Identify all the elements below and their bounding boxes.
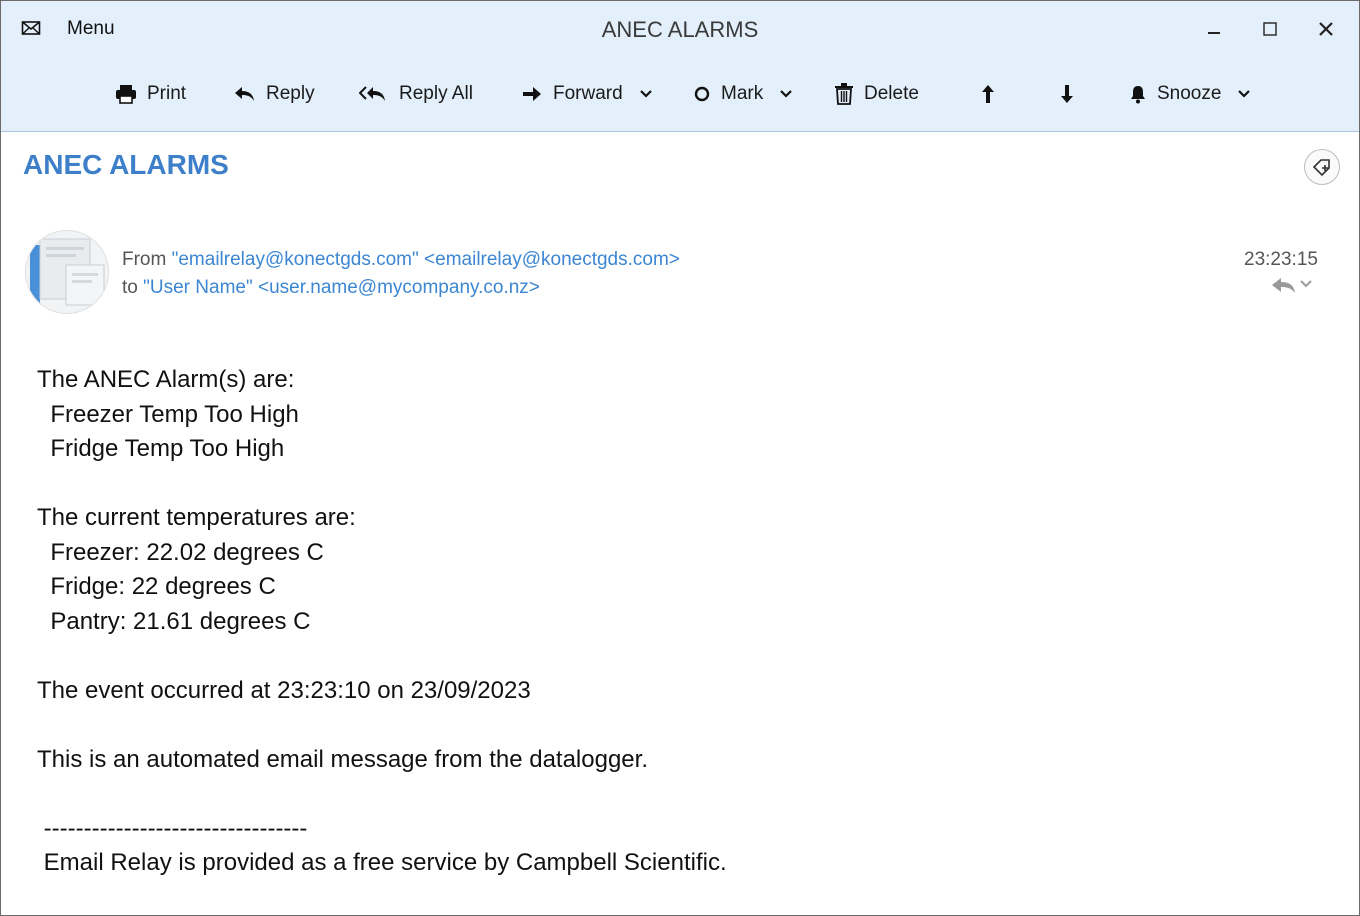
bell-icon [1131, 86, 1145, 104]
printer-icon [116, 85, 136, 104]
envelope-icon[interactable] [21, 18, 41, 38]
window-title: ANEC ALARMS [601, 17, 759, 42]
maximize-icon [1263, 22, 1277, 36]
body-line: Fridge Temp Too High [37, 435, 285, 462]
reply-arrow-icon [235, 87, 254, 101]
to-address-link[interactable]: "User Name" <user.name@mycompany.co.nz> [143, 277, 540, 298]
body-line: The current temperatures are: [37, 504, 356, 531]
snooze-label: Snooze [1157, 83, 1222, 104]
message-subject: ANEC ALARMS [23, 149, 229, 180]
arrow-down-icon [1061, 85, 1073, 103]
body-line: This is an automated email message from … [37, 745, 648, 773]
snooze-button[interactable]: Snooze [1129, 71, 1251, 117]
tag-add-icon [1312, 159, 1330, 177]
close-icon [1319, 22, 1333, 36]
close-button[interactable] [1303, 9, 1349, 49]
reply-label: Reply [266, 83, 315, 104]
from-address-link[interactable]: "emailrelay@konectgds.com" <emailrelay@k… [172, 249, 680, 270]
minimize-button[interactable] [1191, 9, 1237, 49]
reply-arrow-icon [1272, 278, 1312, 293]
from-line: From "emailrelay@konectgds.com" <emailre… [122, 249, 680, 271]
minimize-icon [1208, 32, 1220, 34]
quick-reply-button[interactable] [1270, 275, 1322, 297]
sender-avatar [25, 230, 109, 314]
chevron-down-icon[interactable] [779, 89, 793, 99]
body-line: Fridge: 22 degrees C [37, 573, 276, 600]
reply-all-button[interactable]: Reply All [359, 71, 473, 117]
to-label: to [122, 277, 138, 298]
delete-button[interactable]: Delete [834, 71, 919, 117]
body-line: The ANEC Alarm(s) are: [37, 366, 295, 393]
mail-window: Menu ANEC ALARMS Print Reply Reply All F… [0, 0, 1360, 916]
window-chrome: Menu ANEC ALARMS Print Reply Reply All F… [1, 1, 1359, 132]
print-button[interactable]: Print [115, 71, 186, 117]
chevron-down-icon[interactable] [639, 89, 653, 99]
message-time: 23:23:15 [1244, 249, 1318, 270]
chevron-down-icon[interactable] [1300, 280, 1312, 288]
forward-arrow-icon [523, 87, 541, 101]
from-label: From [122, 249, 167, 270]
forward-button[interactable]: Forward [521, 71, 653, 117]
chevron-down-icon[interactable] [1237, 89, 1251, 99]
menu-button[interactable]: Menu [67, 18, 115, 40]
trash-icon [835, 83, 853, 105]
mark-label: Mark [721, 83, 764, 104]
previous-message-button[interactable] [979, 71, 997, 117]
add-tag-button[interactable] [1304, 149, 1340, 185]
to-line: to "User Name" <user.name@mycompany.co.n… [122, 277, 540, 299]
delete-label: Delete [864, 83, 919, 104]
body-line: Freezer: 22.02 degrees C [37, 538, 324, 566]
reply-button[interactable]: Reply [234, 71, 315, 117]
body-line: Freezer Temp Too High [37, 400, 299, 428]
reply-all-arrow-icon [359, 86, 385, 101]
document-avatar-icon [30, 238, 105, 306]
signature-text: Email Relay is provided as a free servic… [37, 849, 727, 876]
body-line: The event occurred at 23:23:10 on 23/09/… [37, 676, 531, 704]
forward-label: Forward [553, 83, 623, 104]
message-toolbar: Print Reply Reply All Forward Mark Delet… [1, 71, 1359, 117]
body-line: Pantry: 21.61 degrees C [37, 607, 311, 635]
circle-icon [694, 86, 710, 102]
next-message-button[interactable] [1058, 71, 1076, 117]
maximize-button[interactable] [1247, 9, 1293, 49]
message-body: The ANEC Alarm(s) are: Freezer Temp Too … [37, 363, 1237, 881]
signature-divider: --------------------------------- [37, 814, 308, 842]
mark-button[interactable]: Mark [693, 71, 793, 117]
arrow-up-icon [982, 85, 994, 103]
reply-all-label: Reply All [399, 83, 473, 104]
title-bar: Menu ANEC ALARMS [1, 1, 1359, 59]
print-label: Print [147, 83, 187, 104]
